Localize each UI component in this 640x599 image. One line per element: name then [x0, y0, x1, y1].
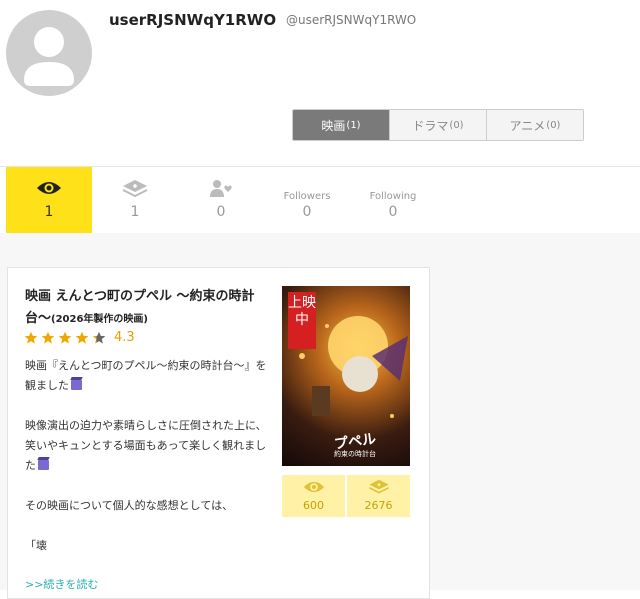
star-icon: [24, 331, 38, 344]
tab-anime-count: (0): [546, 119, 561, 131]
watched-stat[interactable]: 1: [6, 167, 92, 233]
review-card: 映画 えんとつ町のプペル ～約束の時計台～(2026年製作の映画) 4.3 映画…: [7, 267, 430, 599]
review-paragraph: 映画『えんとつ町のプペル～約束の時計台～』を観ました: [25, 356, 273, 396]
clapperboard-icon: [38, 460, 49, 470]
profile-stats-bar: 1 1 0 Followers 0 Following 0: [0, 166, 640, 234]
review-body: 映画『えんとつ町のプペル～約束の時計台～』を観ました 映像演出の迫力や素晴らしさ…: [25, 356, 273, 576]
following-stat[interactable]: Following 0: [350, 167, 436, 233]
poster-stats: 600 2676: [282, 475, 410, 517]
username: userRJSNWqY1RWO: [109, 11, 277, 29]
following-label: Following: [369, 191, 417, 202]
star-icon: [41, 331, 55, 344]
review-line: その映画について個人的な感想としては、: [25, 499, 234, 512]
following-count: 0: [388, 204, 398, 220]
followers-label: Followers: [283, 191, 331, 202]
wishlist-stat[interactable]: 1: [92, 167, 178, 233]
followers-count: 0: [302, 204, 312, 220]
review-line: 映画『えんとつ町のプペル～約束の時計台～』を観ました: [25, 359, 267, 392]
eye-icon: [37, 182, 61, 194]
clip-icon: [368, 479, 389, 494]
review-paragraph: 映像演出の迫力や素晴らしさに圧倒された上に、笑いやキュンとする場面もあって楽しく…: [25, 416, 273, 476]
star-icon: [75, 331, 89, 344]
poster-watched-stat[interactable]: 600: [282, 475, 345, 517]
clapperboard-icon: [71, 380, 82, 390]
user-heart-icon: [210, 180, 232, 197]
tab-anime[interactable]: アニメ (0): [486, 110, 583, 140]
movie-year-note: (2026年製作の映画): [51, 314, 148, 325]
star-partial-icon: [92, 331, 106, 344]
avatar[interactable]: [6, 10, 92, 96]
poster-subtitle: 約束の時計台: [334, 450, 376, 458]
review-paragraph: その映画について個人的な感想としては、: [25, 496, 273, 516]
tab-dramas-label: ドラマ: [412, 118, 449, 133]
tab-movies-label: 映画: [321, 118, 346, 133]
movie-poster[interactable]: 上映中 プペル 約束の時計台: [282, 286, 410, 466]
star-rating: 4.3: [24, 330, 135, 345]
user-handle: @userRJSNWqY1RWO: [286, 13, 417, 27]
rating-score: 4.3: [114, 330, 135, 345]
followers-stat[interactable]: Followers 0: [264, 167, 350, 233]
poster-wish-count: 2676: [364, 499, 393, 512]
tab-anime-label: アニメ: [509, 118, 546, 133]
review-paragraph: 「壊: [25, 536, 273, 556]
tab-dramas-count: (0): [449, 119, 464, 131]
movie-title[interactable]: 映画 えんとつ町のプペル ～約束の時計台～(2026年製作の映画): [25, 286, 265, 331]
watched-count: 1: [44, 204, 54, 220]
tab-movies-count: (1): [346, 119, 361, 131]
likes-count: 0: [216, 204, 226, 220]
tab-dramas[interactable]: ドラマ (0): [389, 110, 486, 140]
tab-movies[interactable]: 映画 (1): [293, 110, 389, 140]
review-line: 映像演出の迫力や素晴らしさに圧倒された上に、笑いやキュンとする場面もあって楽しく…: [25, 419, 267, 472]
user-silhouette-icon: [24, 27, 74, 86]
category-tabs: 映画 (1) ドラマ (0) アニメ (0): [292, 109, 584, 141]
clip-icon: [122, 180, 148, 198]
poster-watched-count: 600: [303, 499, 324, 512]
eye-icon: [303, 481, 324, 493]
likes-stat[interactable]: 0: [178, 167, 264, 233]
star-icon: [58, 331, 72, 344]
review-line: 「壊: [25, 539, 47, 552]
poster-wish-stat[interactable]: 2676: [347, 475, 410, 517]
wishlist-count: 1: [130, 204, 140, 220]
